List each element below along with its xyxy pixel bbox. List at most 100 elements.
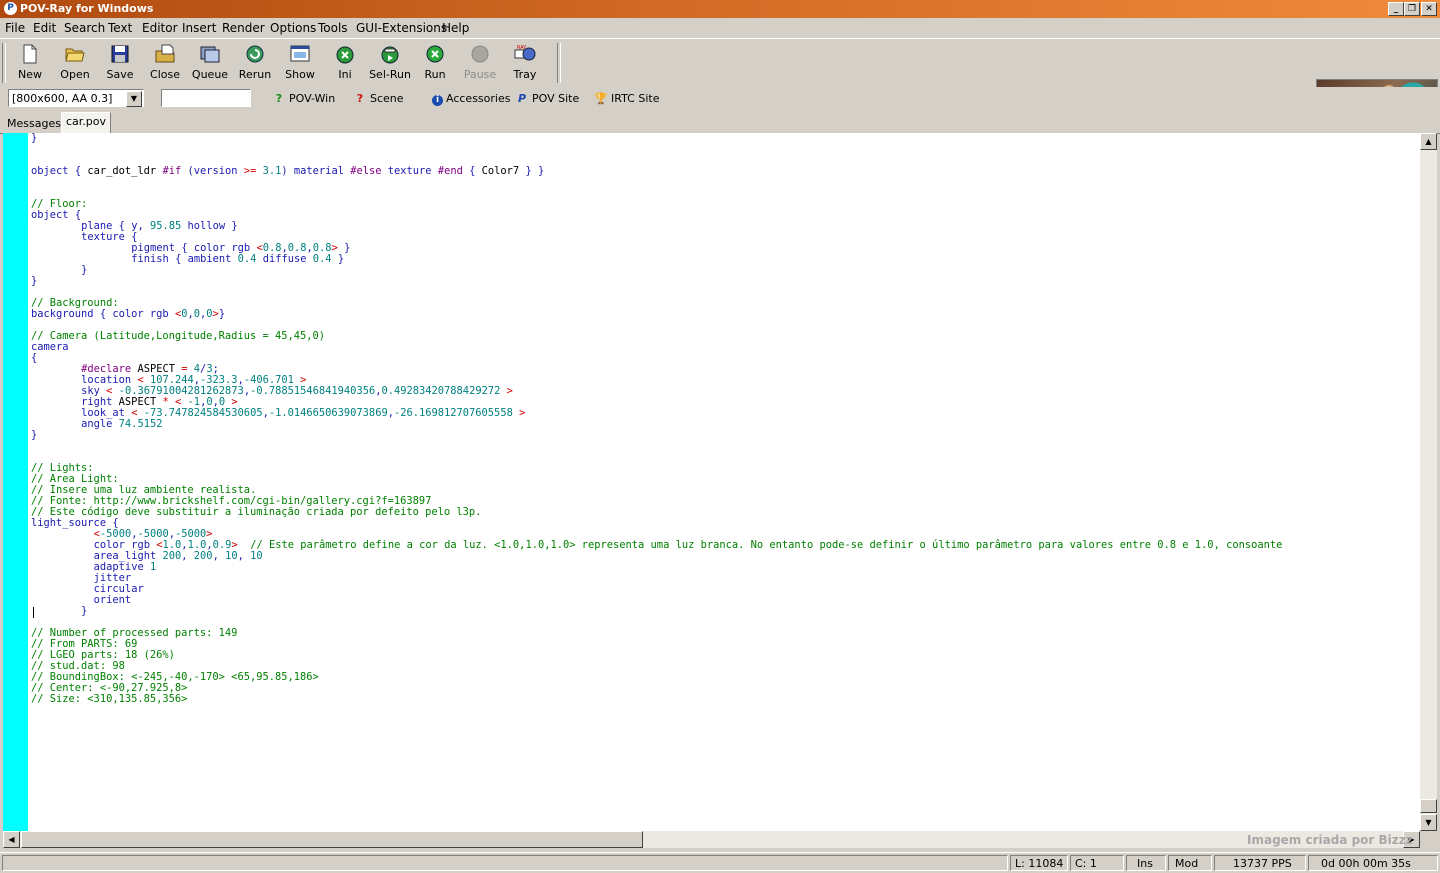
status-message [2,855,1008,871]
code-line[interactable]: angle 74.5152 [31,419,162,430]
accessories-label: Accessories [446,92,511,105]
tray-label: Tray [513,68,537,81]
help-question-icon: ? [275,92,283,105]
watermark-text: Imagem criada por Bizzz [1247,833,1413,847]
irtc-site-button[interactable]: 🏆 IRTC Site [594,91,659,107]
scene-help-button[interactable]: ? Scene [353,91,404,107]
scroll-left-icon[interactable]: ◀ [3,831,20,848]
rerun-icon [246,45,264,63]
code-line[interactable]: } [31,133,37,144]
status-line: L: 11084 [1010,855,1068,871]
tab-messages[interactable]: Messages [3,115,65,132]
pause-label: Pause [463,68,497,81]
sel-run-button[interactable]: Sel-Run [368,41,412,83]
scroll-down-icon[interactable]: ▼ [1420,814,1437,831]
vertical-scrollbar[interactable]: ▲ ▼ [1420,133,1437,831]
menu-file[interactable]: File [5,21,25,35]
toolbar-grip [2,43,6,83]
pause-icon [471,45,489,63]
secondary-toolbar: [800x600, AA 0.3] ▼ ? POV-Win ? Scene i Acc… [0,87,1440,111]
code-line[interactable]: } [31,265,87,276]
editor-gutter[interactable] [3,133,28,831]
code-line[interactable]: object { car_dot_ldr #if (version >= 3.1… [31,166,544,177]
menu-edit[interactable]: Edit [33,21,56,35]
restore-button[interactable]: ❐ [1404,2,1420,16]
code-line[interactable]: } [31,276,37,287]
povray-app-icon: P [4,2,17,15]
menu-search[interactable]: Search [64,21,105,35]
ini-label: Ini [338,68,352,81]
minimize-button[interactable]: _ [1388,2,1404,16]
pov-site-button[interactable]: P POV Site [515,91,579,107]
close-button[interactable]: Close [143,41,187,83]
rerun-label: Rerun [238,68,272,81]
new-file-icon [23,44,37,64]
irtc-site-label: IRTC Site [611,92,660,105]
render-command-input[interactable] [161,89,251,107]
scene-label: Scene [370,92,404,105]
code-editor[interactable]: } object { car_dot_ldr #if (version >= 3.… [3,133,1420,831]
open-label: Open [60,68,90,81]
save-button[interactable]: Save [98,41,142,83]
chevron-down-icon[interactable]: ▼ [126,91,142,107]
menu-text[interactable]: Text [108,21,132,35]
save-disk-icon [111,45,129,63]
ini-button[interactable]: Ini [323,41,367,83]
code-line[interactable]: } [31,606,87,617]
code-line[interactable]: // Size: <310,135.85,356> [31,694,187,705]
menu-tools[interactable]: Tools [318,21,348,35]
horizontal-scrollbar[interactable]: ◀ ▶ [3,831,1420,848]
tray-icon: RAY [514,45,536,61]
pause-button[interactable]: Pause [458,41,502,83]
queue-icon [200,46,220,63]
code-area[interactable]: } object { car_dot_ldr #if (version >= 3.… [31,133,1420,831]
trophy-icon: 🏆 [594,92,608,105]
toolbar-separator [557,43,561,83]
rerun-button[interactable]: Rerun [233,41,277,83]
show-button[interactable]: Show [278,41,322,83]
code-line[interactable]: } [31,430,37,441]
title-bar: P POV-Ray for Windows _ ❐ ✕ [0,0,1440,18]
code-line[interactable]: // Camera (Latitude,Longitude,Radius = 4… [31,331,325,342]
close-label: Close [150,68,180,81]
horizontal-scroll-thumb[interactable] [21,831,643,848]
scroll-up-icon[interactable]: ▲ [1420,133,1437,150]
window-title: POV-Ray for Windows [20,2,154,15]
save-label: Save [106,68,134,81]
resolution-value: [800x600, AA 0.3] [12,92,113,105]
menu-options[interactable]: Options [270,21,316,35]
open-button[interactable]: Open [53,41,97,83]
sel-run-icon [381,46,399,64]
new-button[interactable]: New [8,41,52,83]
pov-win-help-button[interactable]: ? POV-Win [272,91,335,107]
sel-run-label: Sel-Run [369,68,411,81]
close-folder-icon [155,44,175,63]
status-bar: L: 11084 C: 1 Ins Mod 13737 PPS 0d 00h 0… [0,852,1440,873]
status-insert-mode: Ins [1126,855,1166,871]
menu-insert[interactable]: Insert [182,21,216,35]
resolution-select[interactable]: [800x600, AA 0.3] ▼ [8,89,144,107]
status-pps: 13737 PPS [1214,855,1306,871]
menu-render[interactable]: Render [222,21,265,35]
tab-car-pov[interactable]: car.pov [61,112,112,134]
menu-bar: File Edit Search Text Editor Insert Rend… [0,18,1440,38]
scroll-thumb[interactable] [1420,799,1437,813]
run-button[interactable]: Run [413,41,457,83]
accessories-button[interactable]: i Accessories [432,91,510,107]
ini-icon [336,46,354,64]
pov-site-label: POV Site [532,92,580,105]
svg-text:RAY: RAY [517,45,527,51]
text-cursor [33,607,34,618]
new-label: New [18,68,42,81]
tray-button[interactable]: RAY Tray [503,41,547,83]
show-window-icon [290,45,310,62]
run-label: Run [424,68,446,81]
menu-help[interactable]: Help [442,21,469,35]
status-render-time: 0d 00h 00m 35s [1308,855,1438,871]
menu-editor[interactable]: Editor [142,21,178,35]
status-column: C: 1 [1070,855,1124,871]
queue-button[interactable]: Queue [188,41,232,83]
close-window-button[interactable]: ✕ [1421,2,1437,16]
code-line[interactable]: background { color rgb <0,0,0>} [31,309,225,320]
menu-gui-extensions[interactable]: GUI-Extensions [356,21,447,35]
